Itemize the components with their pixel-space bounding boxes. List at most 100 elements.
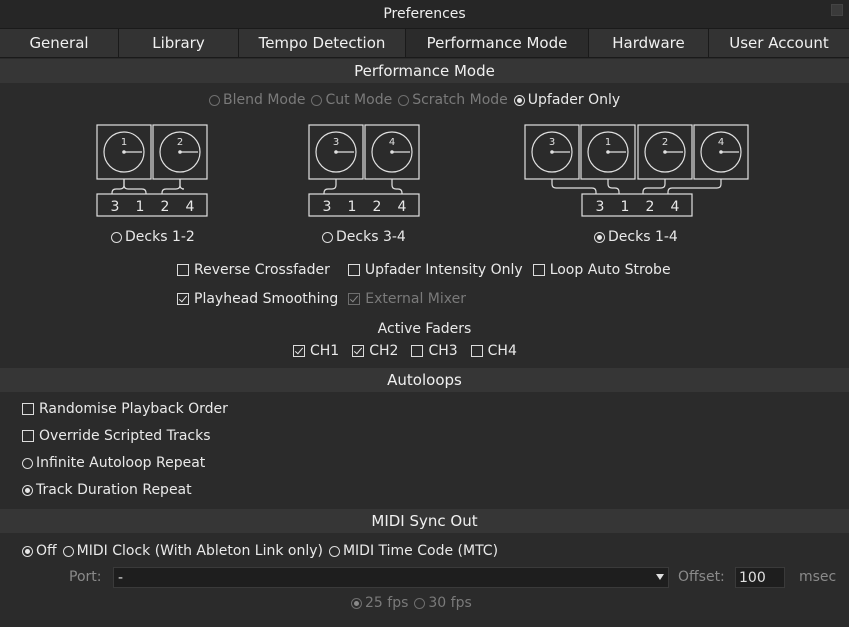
blend-mode-option[interactable]: Blend Mode	[209, 92, 305, 108]
ch1-checkbox[interactable]	[293, 345, 305, 357]
channel-number: 1	[136, 199, 145, 215]
randomise-checkbox[interactable]	[22, 403, 34, 415]
upfader-only-radio[interactable]	[513, 94, 525, 106]
deck-number: 2	[662, 137, 668, 148]
port-label: Port:	[69, 569, 102, 585]
channel-number: 1	[348, 199, 357, 215]
decks-3-4-radio[interactable]	[322, 231, 333, 243]
tab-tempo-detection[interactable]: Tempo Detection	[239, 29, 406, 57]
decks-1-2-radio[interactable]	[111, 231, 122, 243]
playhead-smoothing-label: Playhead Smoothing	[194, 291, 339, 307]
active-faders-label: Active Faders	[377, 321, 472, 337]
duration-repeat-option[interactable]: Track Duration Repeat	[22, 482, 192, 498]
ch4-option[interactable]: CH4	[470, 343, 517, 359]
decks-1-2-label: Decks 1-2	[125, 229, 195, 245]
midi-off-radio[interactable]	[22, 545, 33, 557]
blend-mode-radio[interactable]	[209, 94, 220, 106]
duration-repeat-radio[interactable]	[22, 484, 33, 496]
midi-clock-label: MIDI Clock (With Ableton Link only)	[76, 543, 323, 559]
channel-number: 3	[111, 199, 120, 215]
upfader-intensity-checkbox[interactable]	[347, 264, 360, 276]
ch2-checkbox[interactable]	[352, 345, 365, 357]
decks-1-4-radio[interactable]	[594, 231, 605, 243]
randomise-option[interactable]: Randomise Playback Order	[22, 401, 228, 417]
offset-value: 100	[739, 569, 766, 586]
offset-input[interactable]: 100	[735, 567, 785, 588]
playhead-smoothing-option[interactable]: Playhead Smoothing	[177, 291, 338, 307]
ch2-option[interactable]: CH2	[352, 343, 398, 359]
port-select[interactable]: -	[113, 567, 669, 588]
deck-number: 1	[605, 137, 611, 148]
tab-general[interactable]: General	[0, 29, 119, 57]
chevron-down-icon[interactable]	[656, 574, 664, 580]
scratch-mode-option[interactable]: Scratch Mode	[398, 92, 508, 108]
decks-3-4-label: Decks 3-4	[336, 229, 406, 245]
ch3-checkbox[interactable]	[411, 345, 424, 357]
offset-label: Offset:	[678, 569, 725, 585]
tab-bar: General Library Tempo Detection Performa…	[0, 28, 849, 58]
tab-performance-mode[interactable]: Performance Mode	[406, 29, 589, 57]
midi-mtc-label: MIDI Time Code (MTC)	[342, 543, 499, 559]
midi-clock-radio[interactable]	[62, 545, 74, 557]
offset-unit: msec	[799, 569, 837, 585]
deck-number: 4	[718, 137, 724, 148]
scratch-mode-radio[interactable]	[398, 94, 410, 106]
cut-mode-radio[interactable]	[311, 94, 323, 106]
tab-hardware[interactable]: Hardware	[589, 29, 709, 57]
ch3-label: CH3	[428, 343, 458, 359]
fps-30-label: 30 fps	[428, 595, 472, 611]
decks-1-4-diagram: 3 1 2 4 3 1 2 4	[524, 124, 749, 217]
loop-auto-strobe-option[interactable]: Loop Auto Strobe	[532, 262, 671, 278]
midi-mode-row: Off MIDI Clock (With Ableton Link only) …	[22, 543, 504, 559]
midi-clock-option[interactable]: MIDI Clock (With Ableton Link only)	[62, 543, 323, 559]
channel-number: 2	[161, 199, 170, 215]
infinite-repeat-option[interactable]: Infinite Autoloop Repeat	[22, 455, 205, 471]
override-checkbox[interactable]	[22, 430, 34, 442]
midi-mtc-radio[interactable]	[328, 545, 340, 557]
fps-30-radio[interactable]	[414, 597, 426, 609]
reverse-crossfader-checkbox[interactable]	[177, 264, 189, 276]
fps-25-radio[interactable]	[351, 597, 362, 609]
fps-30-option[interactable]: 30 fps	[414, 595, 472, 611]
channel-number: 2	[373, 199, 382, 215]
loop-auto-strobe-checkbox[interactable]	[532, 264, 545, 276]
tab-library[interactable]: Library	[119, 29, 239, 57]
performance-mode-header: Performance Mode	[0, 59, 849, 83]
upfader-only-option[interactable]: Upfader Only	[513, 92, 620, 108]
reverse-crossfader-option[interactable]: Reverse Crossfader	[177, 262, 330, 278]
infinite-repeat-label: Infinite Autoloop Repeat	[36, 455, 206, 471]
infinite-repeat-radio[interactable]	[22, 457, 33, 469]
performance-options-row1: Reverse Crossfader Upfader Intensity Onl…	[177, 262, 677, 278]
performance-options-row2: Playhead Smoothing External Mixer	[177, 291, 472, 307]
channel-number: 4	[186, 199, 195, 215]
playhead-smoothing-checkbox[interactable]	[177, 293, 189, 305]
reverse-crossfader-label: Reverse Crossfader	[194, 262, 330, 278]
cut-mode-option[interactable]: Cut Mode	[311, 92, 392, 108]
external-mixer-checkbox[interactable]	[348, 293, 361, 305]
window-title: Preferences	[383, 6, 466, 22]
midi-mtc-option[interactable]: MIDI Time Code (MTC)	[328, 543, 499, 559]
ch2-label: CH2	[369, 343, 399, 359]
mode-radio-group: Blend Mode Cut Mode Scratch Mode Upfader…	[209, 92, 626, 108]
ch1-option[interactable]: CH1	[293, 343, 339, 359]
decks-1-2-option[interactable]: Decks 1-2	[111, 229, 195, 245]
decks-3-4-option[interactable]: Decks 3-4	[322, 229, 406, 245]
ch4-checkbox[interactable]	[470, 345, 483, 357]
midi-off-option[interactable]: Off	[22, 543, 57, 559]
decks-1-4-option[interactable]: Decks 1-4	[594, 229, 678, 245]
upfader-intensity-option[interactable]: Upfader Intensity Only	[347, 262, 523, 278]
randomise-label: Randomise Playback Order	[39, 401, 228, 417]
close-icon[interactable]	[831, 4, 843, 16]
decks-3-4-diagram: 3 4 3 1 2 4	[308, 124, 420, 217]
active-faders-row: CH1 CH2 CH3 CH4	[293, 343, 523, 359]
fps-25-label: 25 fps	[365, 595, 409, 611]
midi-off-label: Off	[36, 543, 57, 559]
channel-number: 4	[671, 199, 680, 215]
fps-25-option[interactable]: 25 fps	[351, 595, 408, 611]
override-option[interactable]: Override Scripted Tracks	[22, 428, 211, 444]
external-mixer-option[interactable]: External Mixer	[348, 291, 466, 307]
tab-user-account[interactable]: User Account	[709, 29, 849, 57]
ch3-option[interactable]: CH3	[411, 343, 458, 359]
title-bar: Preferences	[0, 0, 849, 28]
loop-auto-strobe-label: Loop Auto Strobe	[549, 262, 671, 278]
